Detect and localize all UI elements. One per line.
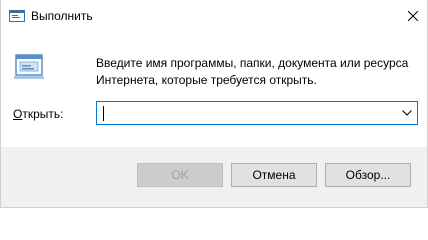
cancel-button[interactable]: Отмена bbox=[231, 163, 317, 187]
open-input[interactable] bbox=[99, 104, 393, 122]
open-combobox[interactable] bbox=[96, 101, 418, 125]
run-dialog-icon bbox=[9, 10, 25, 22]
open-label: Открыть: bbox=[13, 107, 63, 121]
open-label-accelerator: О bbox=[13, 107, 23, 121]
chevron-down-icon bbox=[402, 110, 412, 116]
run-program-icon bbox=[13, 52, 45, 82]
close-icon bbox=[408, 11, 418, 21]
button-bar: OK Отмена Обзор... bbox=[1, 147, 427, 207]
open-label-text: ткрыть: bbox=[22, 107, 64, 121]
window-title: Выполнить bbox=[31, 9, 93, 23]
title-bar[interactable]: Выполнить bbox=[1, 0, 427, 32]
run-dialog: Выполнить Введите имя программы, папки, … bbox=[0, 0, 428, 208]
description-line-2: Интернета, которые требуется открыть. bbox=[96, 73, 317, 87]
description-text: Введите имя программы, папки, документа … bbox=[96, 55, 416, 89]
browse-button[interactable]: Обзор... bbox=[325, 163, 411, 187]
description-line-1: Введите имя программы, папки, документа … bbox=[96, 56, 409, 70]
text-caret bbox=[103, 106, 104, 121]
dropdown-button[interactable] bbox=[397, 102, 417, 124]
ok-button[interactable]: OK bbox=[137, 163, 223, 187]
close-button[interactable] bbox=[399, 0, 427, 32]
